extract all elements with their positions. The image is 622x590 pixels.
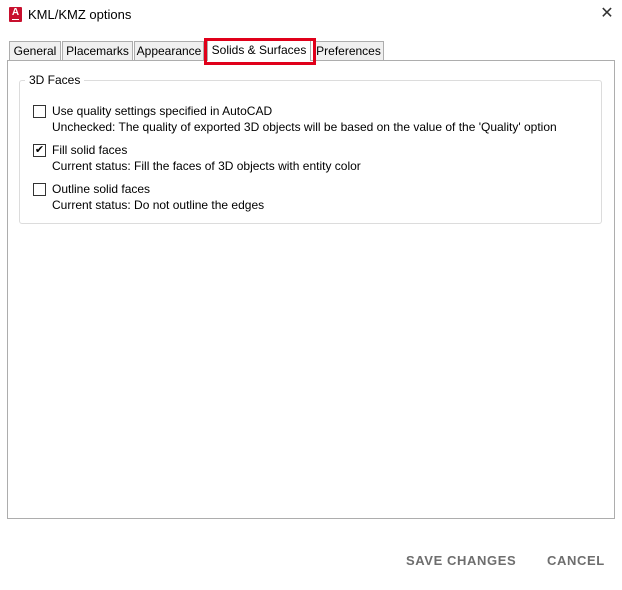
option-label[interactable]: Fill solid faces — [52, 143, 127, 157]
option-description: Current status: Do not outline the edges — [52, 198, 265, 212]
close-icon[interactable]: ✕ — [599, 5, 615, 23]
tab-appearance[interactable]: Appearance — [134, 41, 204, 60]
tab-placemarks[interactable]: Placemarks — [62, 41, 133, 60]
window-title: KML/KMZ options — [28, 7, 132, 22]
use-quality-checkbox[interactable] — [33, 105, 46, 118]
tab-solids-surfaces[interactable]: Solids & Surfaces — [207, 39, 311, 61]
group-title: 3D Faces — [25, 73, 85, 87]
option-description: Unchecked: The quality of exported 3D ob… — [52, 120, 557, 134]
save-changes-button[interactable]: SAVE CHANGES — [406, 553, 516, 569]
option-description: Current status: Fill the faces of 3D obj… — [52, 159, 361, 173]
title-bar: A KML/KMZ options ✕ — [0, 0, 622, 30]
fill-solid-faces-checkbox[interactable]: ✔ — [33, 144, 46, 157]
option-label[interactable]: Use quality settings specified in AutoCA… — [52, 104, 272, 118]
checkmark-icon: ✔ — [34, 144, 45, 156]
autocad-icon: A — [9, 7, 22, 22]
cancel-button[interactable]: CANCEL — [547, 553, 605, 569]
outline-solid-faces-checkbox[interactable] — [33, 183, 46, 196]
tab-preferences[interactable]: Preferences — [313, 41, 384, 60]
option-label[interactable]: Outline solid faces — [52, 182, 150, 196]
tab-general[interactable]: General — [9, 41, 61, 60]
